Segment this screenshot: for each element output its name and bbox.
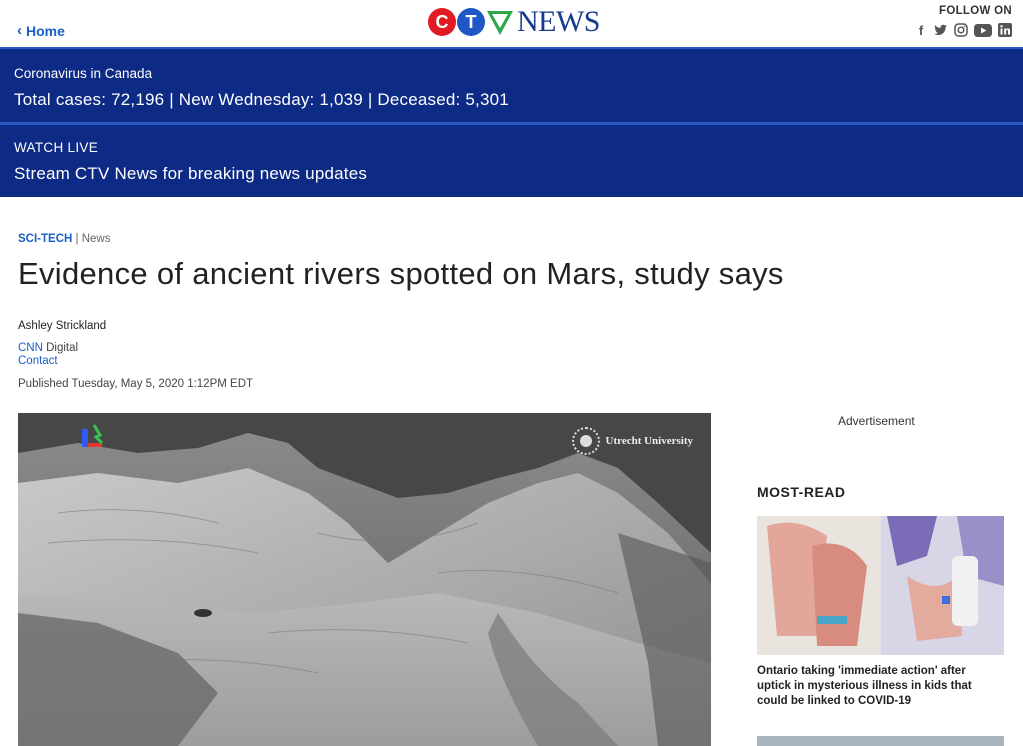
top-header: ‹ Home C T NEWS FOLLOW ON f bbox=[0, 0, 1023, 47]
subsection-label: News bbox=[81, 233, 111, 245]
logo-letter-v bbox=[486, 8, 514, 36]
breadcrumb: SCI-TECH | News bbox=[18, 233, 110, 245]
watch-live-title: WATCH LIVE bbox=[14, 140, 99, 155]
logo-word: NEWS bbox=[517, 5, 601, 38]
most-read-heading: MOST-READ bbox=[757, 484, 846, 500]
ctv-news-logo[interactable]: C T NEWS bbox=[428, 5, 601, 38]
twitter-icon[interactable] bbox=[934, 23, 948, 37]
most-read-thumbnail-2[interactable] bbox=[757, 736, 1004, 746]
mars-terrain-image bbox=[18, 413, 711, 746]
instagram-icon[interactable] bbox=[954, 23, 968, 37]
follow-on: FOLLOW ON f bbox=[914, 5, 1012, 38]
children-feet-photo bbox=[757, 516, 1004, 655]
home-link[interactable]: ‹ Home bbox=[17, 22, 65, 39]
breadcrumb-separator: | bbox=[75, 233, 79, 245]
utrecht-university-credit: Utrecht University bbox=[571, 427, 693, 455]
watch-live-text: Stream CTV News for breaking news update… bbox=[14, 164, 368, 183]
home-label: Home bbox=[26, 22, 65, 39]
coronavirus-stats: Total cases: 72,196 | New Wednesday: 1,0… bbox=[14, 90, 509, 109]
published-date: Published Tuesday, May 5, 2020 1:12PM ED… bbox=[18, 378, 254, 390]
logo-letter-c: C bbox=[428, 8, 456, 36]
chevron-left-icon: ‹ bbox=[17, 22, 22, 39]
most-read-thumbnail[interactable] bbox=[757, 516, 1004, 655]
youtube-icon[interactable] bbox=[974, 23, 992, 37]
coronavirus-title: Coronavirus in Canada bbox=[14, 66, 153, 81]
university-seal-icon bbox=[571, 427, 600, 455]
contact-link[interactable]: Contact bbox=[18, 355, 58, 367]
article-author: Ashley Strickland bbox=[18, 320, 107, 332]
follow-label: FOLLOW ON bbox=[939, 5, 1012, 17]
logo-letter-t: T bbox=[457, 8, 485, 36]
coronavirus-banner[interactable]: Coronavirus in Canada Total cases: 72,19… bbox=[0, 49, 1023, 122]
social-icons: f bbox=[914, 23, 1012, 38]
linkedin-icon[interactable] bbox=[998, 23, 1012, 37]
article-headline: Evidence of ancient rivers spotted on Ma… bbox=[18, 256, 784, 291]
watch-live-banner[interactable]: WATCH LIVE Stream CTV News for breaking … bbox=[0, 125, 1023, 197]
advertisement-label: Advertisement bbox=[838, 414, 915, 428]
organization-suffix: Digital bbox=[46, 342, 79, 354]
article-hero-image[interactable]: Utrecht University bbox=[18, 413, 711, 746]
organization-link[interactable]: CNN bbox=[18, 342, 43, 354]
facebook-icon[interactable]: f bbox=[914, 23, 928, 38]
most-read-headline[interactable]: Ontario taking 'immediate action' after … bbox=[757, 664, 1002, 709]
section-link[interactable]: SCI-TECH bbox=[18, 233, 72, 245]
author-organization: CNN Digital bbox=[18, 342, 78, 354]
image-credit: Utrecht University bbox=[605, 435, 693, 447]
